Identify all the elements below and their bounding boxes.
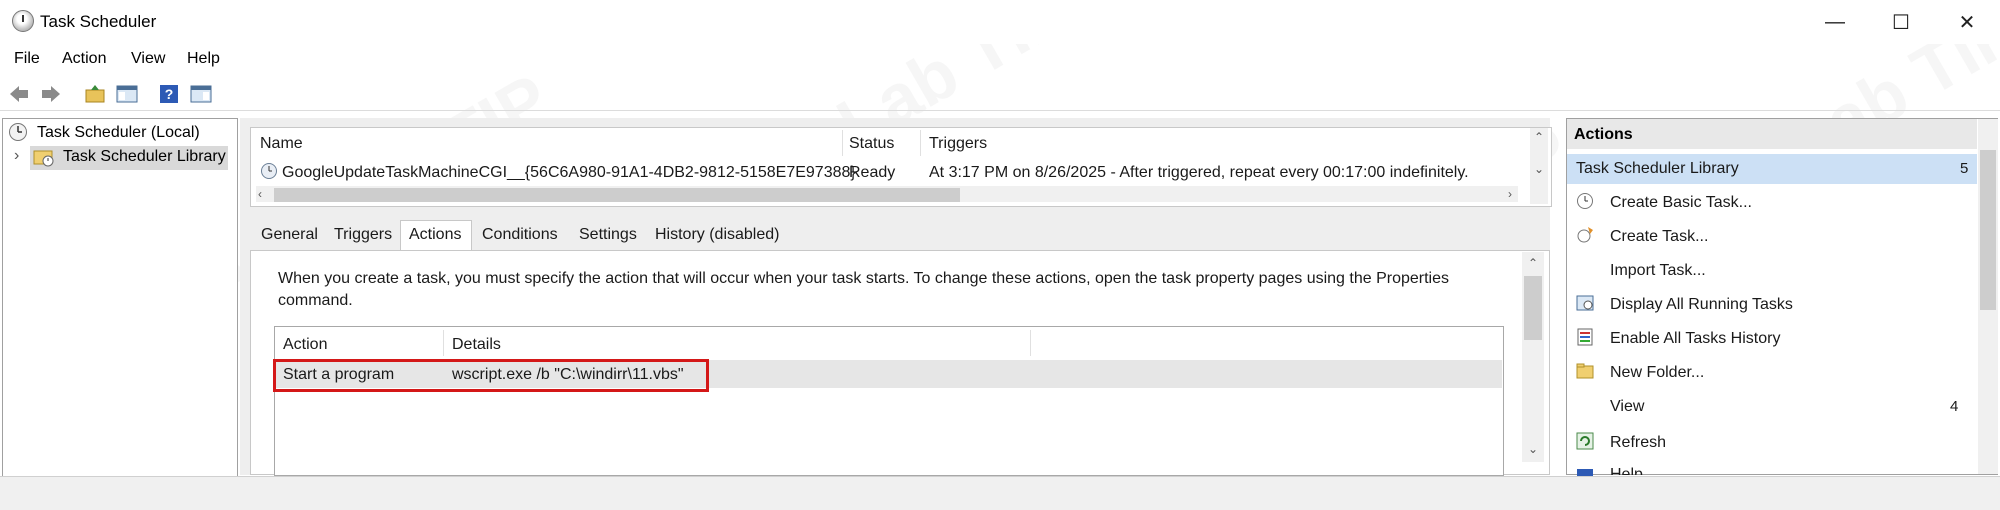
clock-icon (12, 10, 34, 32)
help-icon[interactable]: ? (156, 82, 182, 106)
action-create-basic-task[interactable]: Create Basic Task... (1610, 194, 1752, 212)
actions-section-title[interactable]: Task Scheduler Library (1576, 160, 1739, 178)
window-title: Task Scheduler (40, 12, 157, 31)
action-new-folder[interactable]: New Folder... (1610, 364, 1704, 382)
task-clock-icon (260, 162, 278, 180)
tree-expander-icon[interactable]: › (14, 147, 19, 165)
action-create-task[interactable]: Create Task... (1610, 228, 1708, 246)
title-bar (0, 0, 2000, 44)
tab-settings[interactable]: Settings (579, 226, 637, 244)
tab-actions[interactable]: Actions (409, 226, 461, 244)
column-header-status[interactable]: Status (849, 135, 894, 153)
scroll-up-icon[interactable]: ⌃ (1528, 256, 1538, 270)
task-row-status[interactable]: Ready (849, 164, 895, 182)
close-button[interactable]: ✕ (1934, 0, 2000, 44)
red-highlight-box (273, 359, 709, 392)
folder-clock-icon (33, 147, 55, 167)
menu-view[interactable]: View (131, 50, 165, 68)
task-row-name[interactable]: GoogleUpdateTaskMachineCGI__{56C6A980-91… (282, 164, 856, 182)
clock-icon (8, 122, 28, 142)
task-row-triggers[interactable]: At 3:17 PM on 8/26/2025 - After triggere… (929, 164, 1469, 182)
history-icon (1576, 328, 1594, 346)
tree-root[interactable]: Task Scheduler (Local) (37, 124, 200, 142)
column-divider (920, 130, 921, 156)
tab-vertical-scrollbar-thumb[interactable] (1524, 276, 1542, 340)
menu-action[interactable]: Action (62, 50, 106, 68)
scroll-down-icon[interactable]: ⌄ (1534, 162, 1544, 176)
toolbar (0, 78, 2000, 111)
refresh-icon (1576, 432, 1594, 450)
tab-history[interactable]: History (disabled) (655, 226, 779, 244)
action-view[interactable]: View (1610, 398, 1644, 416)
menu-bar (0, 46, 2000, 74)
actions-description: When you create a task, you must specify… (278, 270, 1449, 309)
column-divider (1030, 330, 1031, 356)
column-header-triggers[interactable]: Triggers (929, 135, 987, 153)
running-tasks-icon (1576, 294, 1594, 312)
actions-pane-scrollbar-thumb[interactable] (1980, 150, 1996, 310)
submenu-arrow-icon: 4 (1950, 398, 1959, 415)
maximize-button[interactable]: ☐ (1868, 0, 1934, 44)
scroll-up-icon[interactable]: ⌃ (1534, 130, 1544, 144)
column-header-name[interactable]: Name (260, 135, 303, 153)
back-icon[interactable] (6, 82, 32, 106)
tree-library[interactable]: Task Scheduler Library (63, 148, 226, 166)
status-bar (0, 476, 2000, 510)
tab-triggers[interactable]: Triggers (334, 226, 392, 244)
menu-file[interactable]: File (14, 50, 40, 68)
scroll-down-icon[interactable]: ⌄ (1528, 442, 1538, 456)
actions-column-details[interactable]: Details (452, 336, 501, 354)
svg-text:?: ? (165, 86, 174, 102)
horizontal-scrollbar-thumb[interactable] (274, 188, 960, 202)
action-display-running[interactable]: Display All Running Tasks (1610, 296, 1793, 314)
action-help[interactable]: Help (1610, 466, 1643, 475)
tab-conditions[interactable]: Conditions (482, 226, 558, 244)
action-import-task[interactable]: Import Task... (1610, 262, 1706, 280)
menu-help[interactable]: Help (187, 50, 220, 68)
folder-icon (1576, 362, 1594, 380)
forward-icon[interactable] (38, 82, 64, 106)
console-tree (2, 118, 238, 477)
action-enable-history[interactable]: Enable All Tasks History (1610, 330, 1780, 348)
show-hide-action-pane-icon[interactable] (188, 82, 214, 106)
create-task-icon (1576, 226, 1594, 244)
up-folder-icon[interactable] (82, 82, 108, 106)
tab-general[interactable]: General (261, 226, 318, 244)
column-divider (443, 330, 444, 356)
show-hide-console-tree-icon[interactable] (114, 82, 140, 106)
basic-task-icon (1576, 192, 1594, 210)
section-collapse-icon[interactable]: 5 (1960, 160, 1968, 177)
actions-column-action[interactable]: Action (283, 336, 327, 354)
action-refresh[interactable]: Refresh (1610, 434, 1666, 452)
actions-pane-title: Actions (1574, 126, 1633, 143)
scroll-left-icon[interactable]: ‹ (258, 187, 262, 201)
scroll-right-icon[interactable]: › (1508, 187, 1512, 201)
minimize-button[interactable]: — (1802, 0, 1868, 44)
column-divider (842, 130, 843, 156)
